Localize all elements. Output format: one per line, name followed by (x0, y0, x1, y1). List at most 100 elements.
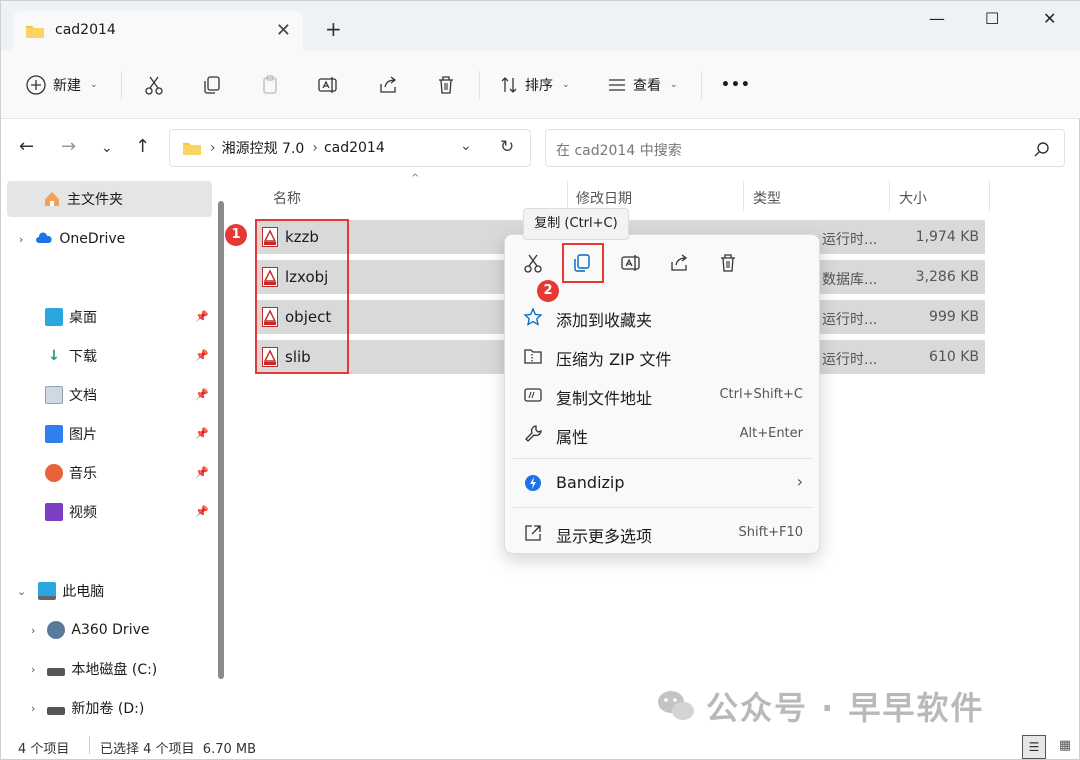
menu-item-bandizip[interactable]: Bandizip › (505, 465, 821, 501)
menu-item-add-favorites[interactable]: 添加到收藏夹 (505, 299, 821, 335)
music-icon (45, 464, 63, 482)
column-divider[interactable] (743, 181, 744, 211)
expand-chevron-icon[interactable]: › (19, 233, 23, 246)
new-label: 新建 (53, 78, 81, 94)
menu-item-properties[interactable]: 属性 Alt+Enter (505, 416, 821, 452)
share-button[interactable] (377, 71, 399, 99)
submenu-chevron-icon: › (796, 472, 803, 491)
wechat-icon (656, 689, 696, 723)
rename-button[interactable] (317, 71, 339, 99)
search-input[interactable]: 在 cad2014 中搜索 (545, 129, 1065, 167)
maximize-button[interactable]: ☐ (985, 9, 999, 28)
cloud-icon (36, 232, 53, 243)
chevron-down-icon: ⌄ (90, 80, 98, 90)
sidebar-item-home[interactable]: 主文件夹 (7, 181, 212, 217)
sidebar-item-documents[interactable]: 文档 (45, 377, 97, 413)
sidebar-label: 主文件夹 (67, 192, 123, 208)
pin-icon[interactable]: 📌 (195, 349, 209, 362)
cut-button[interactable] (143, 71, 165, 99)
new-button[interactable]: 新建 ⌄ (25, 71, 98, 99)
sidebar-label: 文档 (69, 388, 97, 404)
files-highlight-box (255, 219, 349, 374)
sidebar-item-drive-c[interactable]: › 本地磁盘 (C:) (31, 651, 157, 687)
file-size: 999 KB (929, 309, 979, 325)
sidebar-label: 新加卷 (D:) (71, 701, 145, 717)
sidebar-item-a360[interactable]: › A360 Drive (31, 612, 149, 648)
copy-icon (204, 76, 220, 94)
share-icon[interactable] (668, 252, 690, 274)
sidebar-item-onedrive[interactable]: › OneDrive (19, 221, 125, 257)
view-icon (609, 79, 625, 91)
close-button[interactable]: ✕ (1043, 9, 1056, 28)
folder-icon (183, 143, 201, 155)
menu-item-more-options[interactable]: 显示更多选项 Shift+F10 (505, 515, 821, 551)
menu-item-compress-zip[interactable]: 压缩为 ZIP 文件 (505, 338, 821, 374)
sidebar-item-music[interactable]: 音乐 (45, 455, 97, 491)
status-bar: 4 个项目 已选择 4 个项目 6.70 MB ☰ ▦ (1, 734, 1080, 760)
column-date[interactable]: 修改日期 (576, 188, 632, 208)
tab-cad2014[interactable]: cad2014 ✕ (13, 11, 303, 51)
trash-icon[interactable] (717, 252, 739, 274)
sort-button[interactable]: 排序 ⌄ (499, 71, 570, 99)
sidebar-scrollbar[interactable] (218, 201, 224, 679)
file-size: 3,286 KB (915, 269, 979, 285)
more-options-button[interactable]: ••• (721, 71, 751, 99)
expand-chevron-icon[interactable]: › (31, 624, 35, 637)
sidebar-item-this-pc[interactable]: ⌄ 此电脑 (17, 573, 104, 609)
copy-button[interactable] (201, 71, 223, 99)
delete-button[interactable] (435, 71, 457, 99)
address-dropdown-icon[interactable]: ⌄ (460, 138, 472, 154)
recent-chevron-icon[interactable]: ⌄ (101, 140, 113, 156)
file-type: 运行时... (822, 312, 878, 328)
sidebar-item-desktop[interactable]: 桌面 (45, 299, 97, 335)
watermark-text: 公众号 · 早早软件 (706, 689, 985, 727)
share-icon (380, 76, 397, 93)
refresh-icon[interactable]: ↻ (500, 137, 514, 157)
column-divider[interactable] (567, 181, 568, 211)
sidebar-item-videos[interactable]: 视频 (45, 494, 97, 530)
column-divider[interactable] (989, 181, 990, 211)
column-divider[interactable] (889, 181, 890, 211)
pin-icon[interactable]: 📌 (195, 388, 209, 401)
pin-icon[interactable]: 📌 (195, 466, 209, 479)
scissors-icon[interactable] (522, 252, 544, 274)
pin-icon[interactable]: 📌 (195, 310, 209, 323)
breadcrumb-xiangyuan[interactable]: 湘源控规 7.0 (222, 138, 305, 158)
sidebar-label: 桌面 (69, 310, 97, 326)
paste-button[interactable] (259, 71, 281, 99)
file-size: 610 KB (929, 349, 979, 365)
expand-chevron-icon[interactable]: › (31, 663, 35, 676)
forward-arrow-icon[interactable]: → (61, 136, 76, 157)
new-tab-button[interactable]: + (325, 19, 342, 39)
column-type[interactable]: 类型 (753, 188, 781, 208)
sidebar-item-pictures[interactable]: 图片 (45, 416, 97, 452)
back-arrow-icon[interactable]: ← (19, 136, 34, 157)
sidebar-item-downloads[interactable]: ↓ 下载 (45, 338, 97, 374)
menu-label: 复制文件地址 (556, 389, 653, 408)
sidebar-label: 音乐 (69, 466, 97, 482)
collapse-chevron-icon[interactable]: ⌄ (17, 585, 26, 598)
explorer-window: cad2014 ✕ + — ☐ ✕ 新建 ⌄ 排序 ⌄ 查看 ⌄ ••• ← →… (0, 0, 1080, 760)
copy-highlight-box (562, 243, 604, 283)
file-type: 数据库... (822, 272, 878, 288)
watermark: 公众号 · 早早软件 (656, 683, 984, 729)
column-size[interactable]: 大小 (899, 188, 927, 208)
sidebar-label: OneDrive (59, 231, 126, 247)
sidebar-label: 视频 (69, 505, 97, 521)
tiles-view-icon[interactable]: ▦ (1053, 735, 1077, 759)
up-arrow-icon[interactable]: ↑ (135, 136, 150, 157)
minimize-button[interactable]: — (929, 9, 945, 28)
pin-icon[interactable]: 📌 (195, 505, 209, 518)
sidebar-item-drive-d[interactable]: › 新加卷 (D:) (31, 690, 144, 726)
breadcrumb-cad2014[interactable]: cad2014 (324, 140, 385, 156)
view-button[interactable]: 查看 ⌄ (607, 71, 678, 99)
rename-icon[interactable] (620, 252, 642, 274)
address-bar[interactable]: › 湘源控规 7.0 › cad2014 ⌄ ↻ (169, 129, 531, 167)
tab-close-icon[interactable]: ✕ (276, 20, 291, 41)
details-view-icon[interactable]: ☰ (1022, 735, 1046, 759)
expand-chevron-icon[interactable]: › (31, 702, 35, 715)
column-name[interactable]: 名称 (273, 188, 301, 208)
divider (121, 71, 122, 99)
pin-icon[interactable]: 📌 (195, 427, 209, 440)
menu-item-copy-path[interactable]: 复制文件地址 Ctrl+Shift+C (505, 377, 821, 413)
